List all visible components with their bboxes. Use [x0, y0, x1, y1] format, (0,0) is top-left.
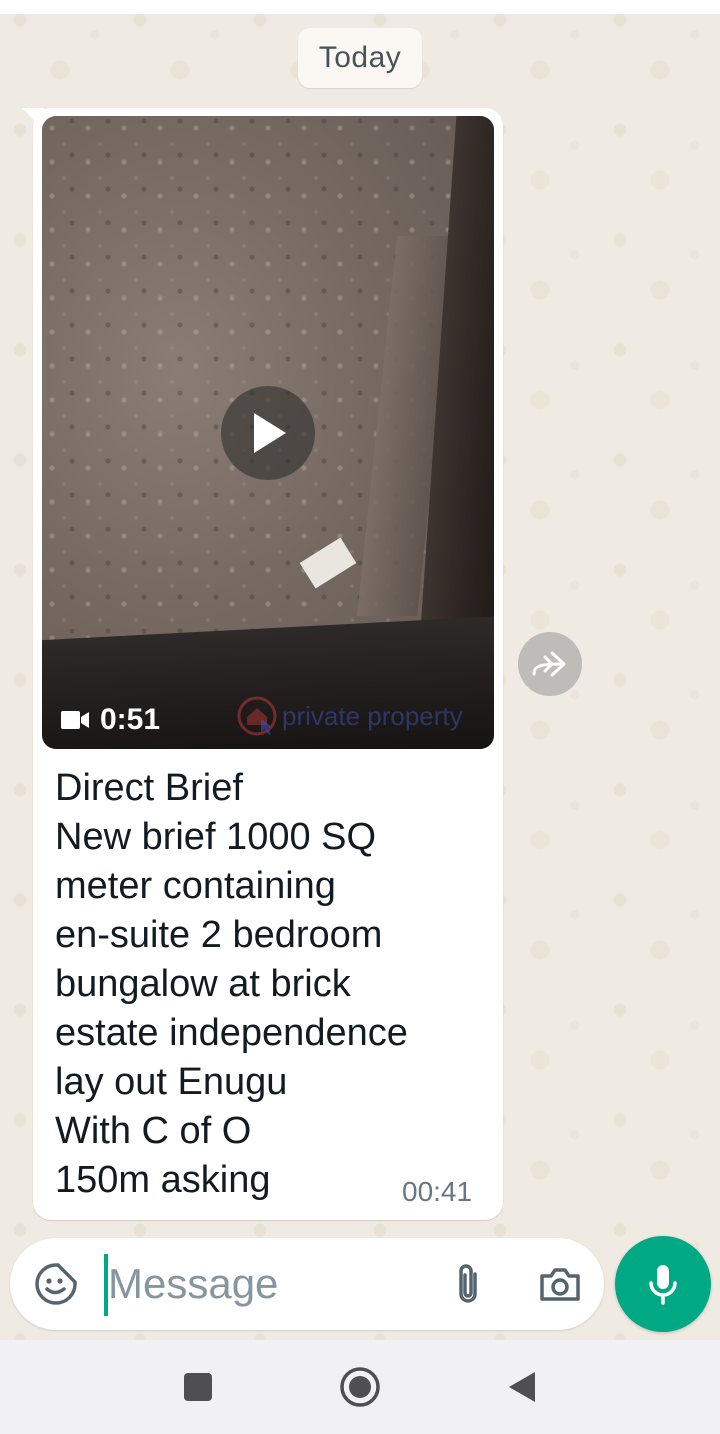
- watermark: private property: [236, 694, 463, 738]
- camera-icon: [540, 1268, 580, 1301]
- forward-icon: [532, 651, 566, 677]
- back-triangle-icon: [509, 1372, 535, 1402]
- nav-recents-button[interactable]: [173, 1362, 223, 1412]
- forward-button[interactable]: [518, 632, 582, 696]
- watermark-logo-icon: [237, 696, 277, 736]
- play-icon: [254, 413, 286, 453]
- video-duration-row: 0:51: [60, 700, 160, 740]
- message-text: Direct Brief New brief 1000 SQ meter con…: [55, 767, 408, 1201]
- date-separator: Today: [298, 28, 422, 88]
- home-circle-icon: [340, 1367, 380, 1407]
- message-timestamp: 00:41: [402, 1176, 473, 1207]
- microphone-button[interactable]: [615, 1236, 711, 1332]
- microphone-icon: [649, 1265, 677, 1305]
- system-navigation-bar: [0, 1340, 720, 1434]
- recents-square-icon: [184, 1373, 212, 1401]
- nav-back-button[interactable]: [497, 1362, 547, 1412]
- attach-button[interactable]: [444, 1260, 492, 1308]
- status-bar-strip: [0, 0, 720, 14]
- sticker-icon: [35, 1263, 77, 1305]
- nav-home-button[interactable]: [335, 1362, 385, 1412]
- video-duration: 0:51: [100, 703, 161, 736]
- message-input[interactable]: [108, 1252, 428, 1316]
- message-composer: [10, 1238, 604, 1330]
- video-thumbnail[interactable]: 0:51 private property: [42, 116, 494, 749]
- paperclip-icon: [459, 1264, 477, 1303]
- camera-button[interactable]: [534, 1260, 586, 1308]
- video-camera-icon: [61, 711, 89, 729]
- watermark-text: private property: [282, 700, 463, 731]
- play-button[interactable]: [221, 386, 315, 480]
- date-separator-label: Today: [318, 41, 402, 74]
- sticker-button[interactable]: [32, 1260, 80, 1308]
